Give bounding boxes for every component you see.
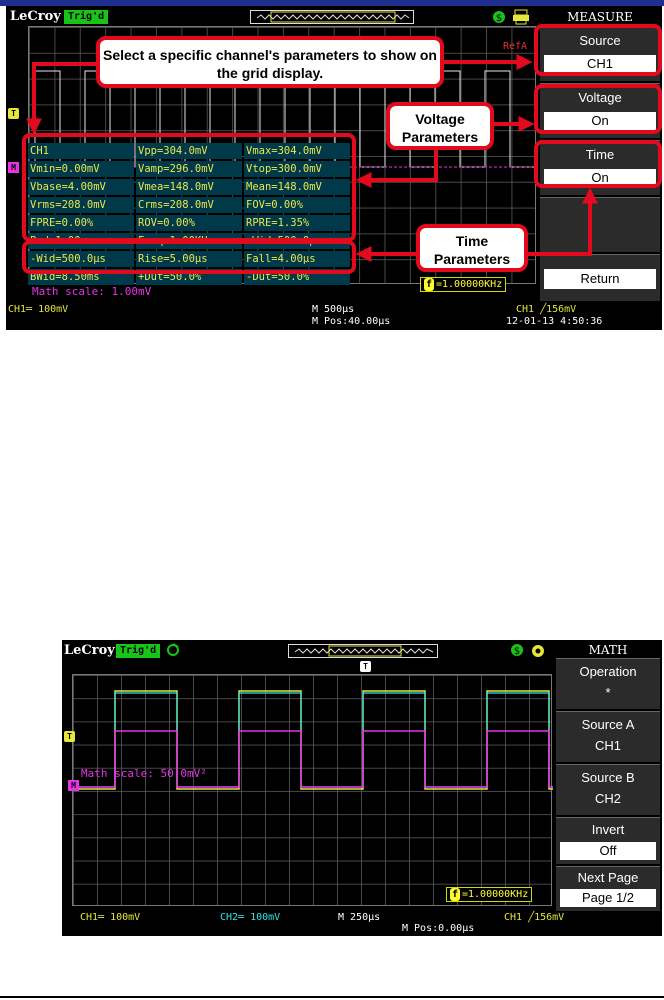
ch2-scale-label: CH2═ 100mV [220, 912, 281, 923]
softkey-value: Off [560, 842, 656, 860]
math-marker: M [68, 780, 79, 791]
menu-title: MATH [588, 643, 628, 657]
trigger-status-badge: Trig'd [116, 644, 161, 658]
softkey-label: Source B [581, 770, 635, 785]
ch1-scale-label: CH1═ 100mV [80, 912, 141, 923]
source-b-softkey[interactable]: Source B CH2 [556, 764, 660, 815]
softkey-value: * [560, 684, 656, 702]
m-pos-label: M Pos:0.00μs [402, 923, 475, 934]
math-menu: MATH Operation * Source A CH1 Source B C… [554, 640, 662, 911]
trigger-level-marker: T [64, 731, 75, 742]
timebase-label: M 250μs [338, 912, 381, 923]
waveform-grid: Math scale: 50.0mV² [72, 674, 553, 906]
math-screen: LeCroy Trig'd $ T Math scale: 50.0mV² T … [62, 640, 662, 936]
usb-icon: $ [511, 644, 523, 657]
softkey-label: Source A [581, 717, 635, 732]
frequency-value: =1.00000KHz [462, 889, 529, 900]
svg-text:$: $ [514, 646, 520, 657]
trigger-info-label: CH1 ╱156mV [504, 912, 565, 923]
frequency-readout: f =1.00000KHz [446, 887, 533, 902]
timebase-position-bar [288, 644, 438, 658]
callout-arrows [26, 54, 598, 262]
invert-softkey[interactable]: Invert Off [556, 817, 660, 864]
source-a-softkey[interactable]: Source A CH1 [556, 711, 660, 762]
softkey-value: CH2 [560, 790, 656, 808]
math-scale-label: Math scale: 50.0mV² [81, 767, 207, 780]
softkey-label: Next Page [577, 870, 639, 885]
softkey-value: CH1 [560, 737, 656, 755]
operation-softkey[interactable]: Operation * [556, 658, 660, 709]
trigger-position-marker: T [360, 661, 371, 672]
lecroy-logo: LeCroy [64, 643, 115, 658]
settings-gear-icon [532, 645, 544, 657]
softkey-label: Invert [591, 822, 625, 837]
softkey-value: Page 1/2 [560, 889, 656, 907]
page-footer-rule [0, 996, 664, 998]
run-icon [167, 643, 179, 656]
next-page-softkey[interactable]: Next Page Page 1/2 [556, 866, 660, 911]
softkey-label: Operation [579, 664, 637, 679]
frequency-counter-icon: f [450, 888, 460, 901]
